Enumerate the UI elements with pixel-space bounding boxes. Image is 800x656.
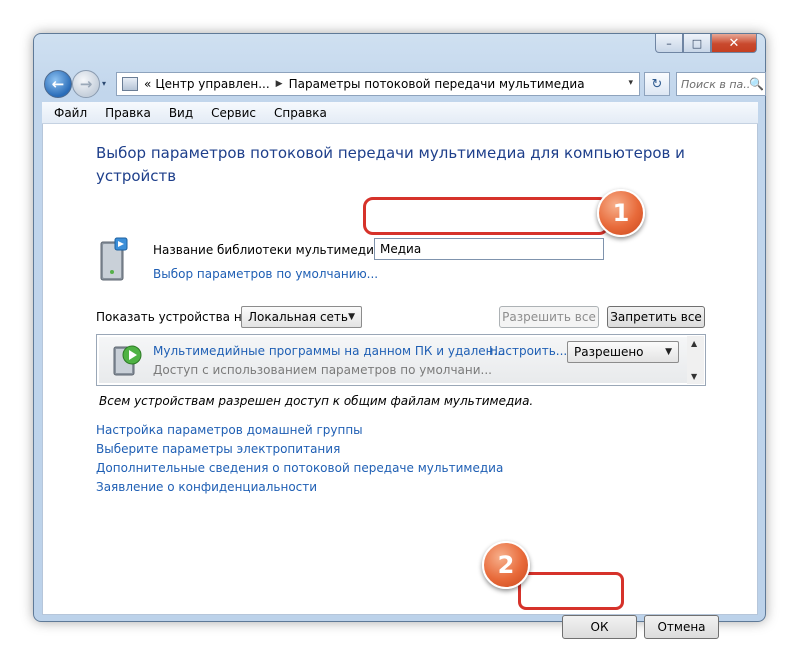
- maximize-button[interactable]: □: [683, 34, 711, 53]
- device-description: Доступ с использованием параметров по ум…: [153, 363, 492, 377]
- menu-file[interactable]: Файл: [54, 106, 87, 120]
- cancel-button[interactable]: Отмена: [644, 615, 719, 639]
- search-placeholder: Поиск в па...: [681, 77, 749, 91]
- chevron-down-icon: ▼: [665, 347, 672, 357]
- scrollbar[interactable]: ▲ ▼: [687, 336, 704, 384]
- menu-view[interactable]: Вид: [169, 106, 193, 120]
- page-title: Выбор параметров потоковой передачи муль…: [96, 144, 685, 185]
- step-1-callout: 1: [597, 189, 645, 237]
- related-links: Настройка параметров домашней группы Выб…: [96, 421, 503, 497]
- streaming-info-link[interactable]: Дополнительные сведения о потоковой пере…: [96, 459, 503, 478]
- breadcrumb-item-control-panel[interactable]: Центр управлен...: [155, 77, 269, 91]
- control-panel-icon: [122, 77, 138, 91]
- media-server-icon: [100, 237, 128, 281]
- device-list: Мультимедийные программы на данном ПК и …: [96, 334, 706, 386]
- scroll-down-icon[interactable]: ▼: [691, 372, 697, 381]
- device-access-select[interactable]: Разрешено ▼: [567, 341, 679, 363]
- title-bar: – □ ✕: [34, 34, 765, 62]
- breadcrumb-separator-icon[interactable]: ▶: [276, 79, 283, 89]
- library-name-input[interactable]: Медиа: [374, 238, 604, 260]
- menu-edit[interactable]: Правка: [105, 106, 151, 120]
- show-devices-label: Показать устройства на:: [96, 310, 254, 324]
- search-icon[interactable]: 🔍: [749, 77, 764, 91]
- ok-button[interactable]: ОК: [562, 615, 637, 639]
- menu-bar: Файл Правка Вид Сервис Справка: [42, 102, 758, 124]
- back-button[interactable]: ←: [44, 70, 72, 98]
- menu-help[interactable]: Справка: [274, 106, 327, 120]
- device-name-link[interactable]: Мультимедийные программы на данном ПК и …: [153, 344, 505, 358]
- window-controls: – □ ✕: [655, 34, 757, 53]
- dialog-window: – □ ✕ ← → ▾ « Центр управлен... ▶ Параме…: [33, 33, 766, 639]
- power-options-link[interactable]: Выберите параметры электропитания: [96, 440, 503, 459]
- breadcrumb-prefix[interactable]: «: [144, 77, 151, 91]
- address-dropdown-icon[interactable]: ▾: [628, 78, 633, 88]
- close-button[interactable]: ✕: [711, 34, 757, 53]
- homegroup-settings-link[interactable]: Настройка параметров домашней группы: [96, 421, 503, 440]
- default-settings-link[interactable]: Выбор параметров по умолчанию...: [153, 267, 378, 281]
- configure-link[interactable]: Настроить...: [489, 344, 567, 358]
- allow-all-button[interactable]: Разрешить все: [499, 306, 599, 328]
- network-select[interactable]: Локальная сеть ▼: [241, 306, 362, 328]
- minimize-button[interactable]: –: [655, 34, 683, 53]
- network-select-value: Локальная сеть: [248, 310, 348, 324]
- menu-tools[interactable]: Сервис: [211, 106, 256, 120]
- breadcrumb-item-media-streaming[interactable]: Параметры потоковой передачи мультимедиа: [289, 77, 585, 91]
- access-note: Всем устройствам разрешен доступ к общим…: [99, 394, 534, 408]
- forward-button[interactable]: →: [72, 70, 100, 98]
- address-bar[interactable]: « Центр управлен... ▶ Параметры потоково…: [116, 72, 640, 96]
- deny-all-button[interactable]: Запретить все: [607, 306, 705, 328]
- navigation-bar: ← → ▾ « Центр управлен... ▶ Параметры по…: [42, 70, 766, 98]
- library-name-label: Название библиотеки мультимедиа:: [153, 243, 386, 257]
- media-programs-icon: [113, 345, 142, 376]
- chevron-down-icon: ▼: [348, 312, 355, 322]
- history-dropdown-icon[interactable]: ▾: [102, 79, 106, 88]
- device-access-value: Разрешено: [574, 345, 644, 359]
- main-content: Выбор параметров потоковой передачи муль…: [42, 124, 758, 639]
- privacy-statement-link[interactable]: Заявление о конфиденциальности: [96, 478, 503, 497]
- step-2-callout: 2: [482, 541, 530, 589]
- list-item[interactable]: Мультимедийные программы на данном ПК и …: [99, 337, 687, 383]
- scroll-up-icon[interactable]: ▲: [691, 339, 697, 348]
- refresh-button[interactable]: ↻: [644, 72, 670, 96]
- search-input[interactable]: Поиск в па... 🔍: [676, 72, 766, 96]
